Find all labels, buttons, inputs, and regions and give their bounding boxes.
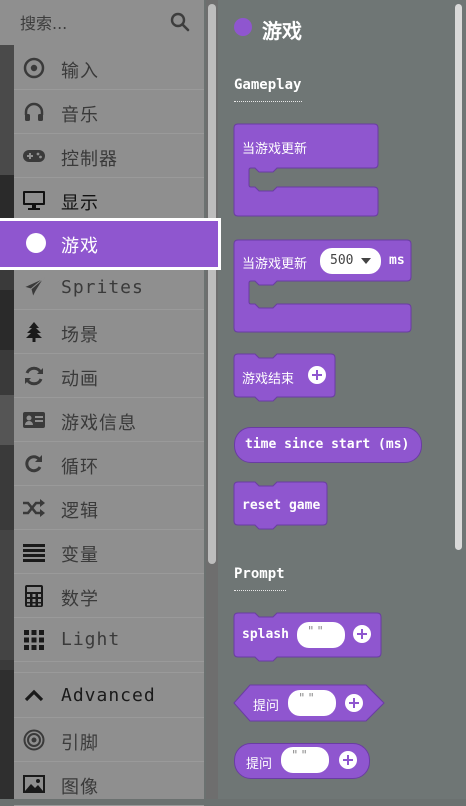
target-icon bbox=[22, 57, 46, 79]
calculator-icon bbox=[22, 585, 46, 607]
category-label: 游戏信息 bbox=[61, 413, 137, 434]
block-label: 当游戏更新 bbox=[242, 142, 308, 157]
category-display[interactable]: 显示 bbox=[14, 178, 204, 222]
category-pins[interactable]: 引脚 bbox=[14, 718, 204, 762]
section-underline bbox=[234, 101, 302, 102]
section-heading: Prompt bbox=[234, 566, 285, 582]
toolbox: 输入 音乐 控制器 显示 游戏 Sprites 场景 动画 游戏信息 循环 逻辑 bbox=[0, 0, 218, 806]
section-underline bbox=[234, 590, 286, 591]
redo-icon bbox=[22, 453, 46, 475]
gamepad-icon bbox=[22, 145, 46, 167]
category-label: 引脚 bbox=[61, 733, 99, 754]
search-bar bbox=[14, 0, 204, 44]
flyout-scrollbar-thumb[interactable] bbox=[455, 4, 462, 550]
category-label: 显示 bbox=[61, 193, 99, 214]
category-animation[interactable]: 动画 bbox=[14, 354, 204, 398]
category-light[interactable]: Light bbox=[14, 618, 204, 662]
block-label: 提问 bbox=[253, 699, 280, 714]
category-label: 循环 bbox=[61, 457, 99, 478]
image-icon bbox=[22, 773, 46, 795]
category-label: Advanced bbox=[61, 685, 156, 706]
search-icon[interactable] bbox=[170, 12, 190, 32]
flyout-title: 游戏 bbox=[262, 19, 302, 43]
grid-icon bbox=[22, 629, 46, 651]
block-label: time since start (ms) bbox=[245, 437, 410, 452]
add-parameter-icon[interactable] bbox=[308, 366, 326, 384]
headphones-icon bbox=[22, 101, 46, 123]
block-label: 提问 bbox=[246, 757, 273, 772]
category-label: 输入 bbox=[61, 61, 99, 82]
refresh-icon bbox=[22, 365, 46, 387]
bullseye-icon bbox=[22, 729, 46, 751]
category-label: 图像 bbox=[61, 777, 99, 798]
section-heading: Gameplay bbox=[234, 77, 302, 93]
category-sprites[interactable]: Sprites bbox=[14, 266, 204, 310]
monitor-icon bbox=[22, 189, 46, 211]
paper-plane-icon bbox=[22, 277, 46, 299]
category-label: 场景 bbox=[61, 325, 99, 346]
category-label: 音乐 bbox=[61, 105, 99, 126]
category-label: 控制器 bbox=[61, 149, 118, 170]
string-quotes: " " bbox=[308, 624, 323, 638]
string-quotes: " " bbox=[299, 691, 314, 705]
category-logic[interactable]: 逻辑 bbox=[14, 486, 204, 530]
block-label: reset game bbox=[242, 498, 321, 513]
category-game[interactable]: 游戏 bbox=[0, 221, 218, 267]
interval-unit: ms bbox=[389, 253, 405, 268]
interval-value: 500 bbox=[330, 253, 354, 268]
category-math[interactable]: 数学 bbox=[14, 574, 204, 618]
category-loops[interactable]: 循环 bbox=[14, 442, 204, 486]
category-variables[interactable]: 变量 bbox=[14, 530, 204, 574]
category-game-info[interactable]: 游戏信息 bbox=[14, 398, 204, 442]
category-music[interactable]: 音乐 bbox=[14, 90, 204, 134]
block-label: splash bbox=[242, 627, 289, 642]
category-label: 动画 bbox=[61, 369, 99, 390]
chevron-up-icon bbox=[22, 685, 46, 707]
category-scene[interactable]: 场景 bbox=[14, 310, 204, 354]
toolbox-divider bbox=[14, 662, 204, 673]
tree-icon bbox=[22, 321, 46, 343]
category-input[interactable]: 输入 bbox=[14, 46, 204, 90]
category-label: 逻辑 bbox=[61, 501, 99, 522]
category-images[interactable]: 图像 bbox=[14, 762, 204, 806]
category-controller[interactable]: 控制器 bbox=[14, 134, 204, 178]
editor-edge-strip bbox=[0, 0, 14, 799]
shuffle-icon bbox=[22, 497, 46, 519]
game-category-icon bbox=[234, 18, 252, 36]
category-label: Light bbox=[61, 629, 121, 650]
id-card-icon bbox=[22, 409, 46, 431]
list-icon bbox=[22, 541, 46, 563]
add-parameter-icon[interactable] bbox=[339, 751, 357, 769]
toolbox-scrollbar-thumb[interactable] bbox=[208, 4, 216, 564]
add-parameter-icon[interactable] bbox=[345, 694, 363, 712]
category-label: Sprites bbox=[61, 277, 144, 298]
chevron-down-icon bbox=[361, 258, 371, 264]
circle-icon bbox=[24, 232, 48, 254]
category-advanced[interactable]: Advanced bbox=[14, 674, 204, 718]
category-label: 变量 bbox=[61, 545, 99, 566]
search-input[interactable] bbox=[18, 10, 172, 36]
block-label: 当游戏更新 bbox=[242, 257, 308, 272]
block-label: 游戏结束 bbox=[242, 372, 295, 387]
add-parameter-icon[interactable] bbox=[353, 625, 371, 643]
category-label: 数学 bbox=[61, 589, 99, 610]
category-label: 游戏 bbox=[61, 236, 99, 257]
string-quotes: " " bbox=[292, 748, 307, 762]
